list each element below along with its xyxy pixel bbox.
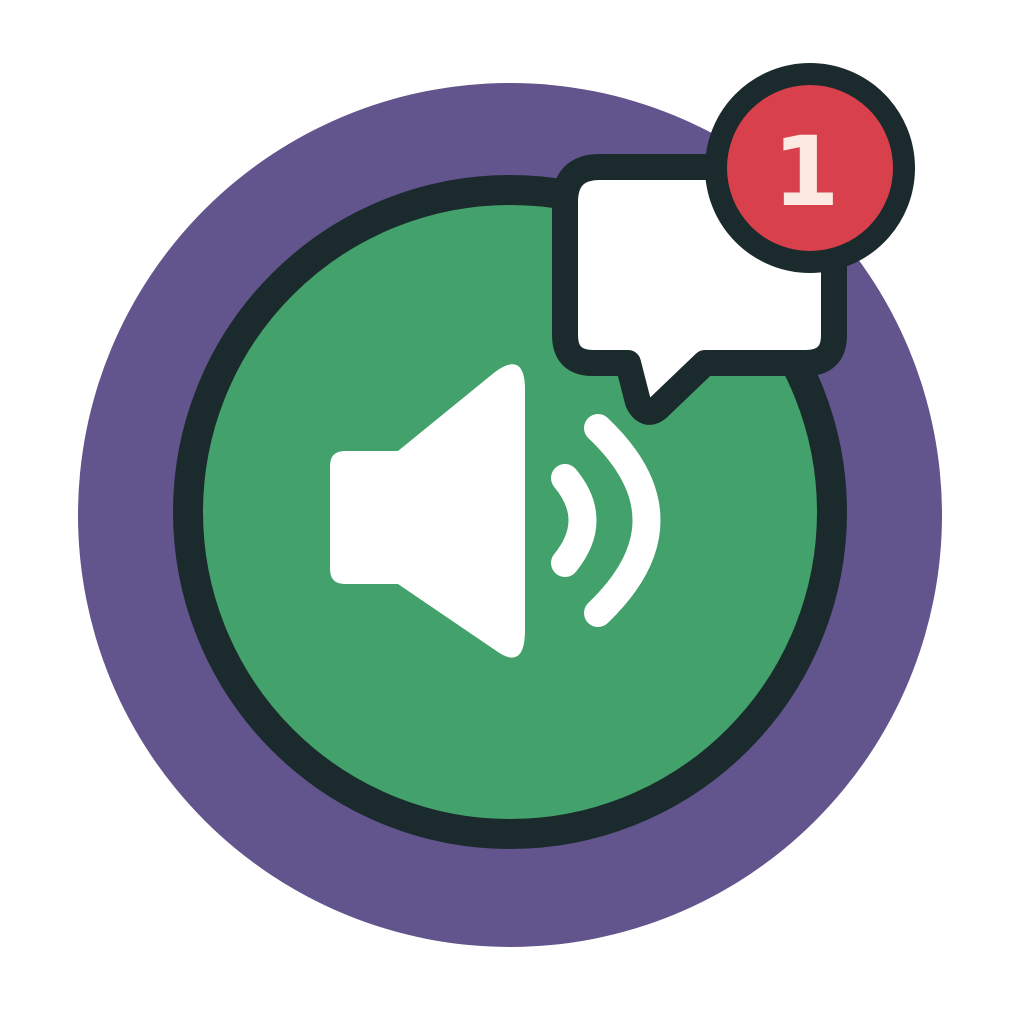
app-icon[interactable]: 1	[0, 0, 1024, 1024]
notification-badge-icon[interactable]: 1	[705, 63, 915, 273]
badge-count: 1	[773, 116, 840, 228]
notification-icon-artwork: 1	[0, 0, 1024, 1024]
